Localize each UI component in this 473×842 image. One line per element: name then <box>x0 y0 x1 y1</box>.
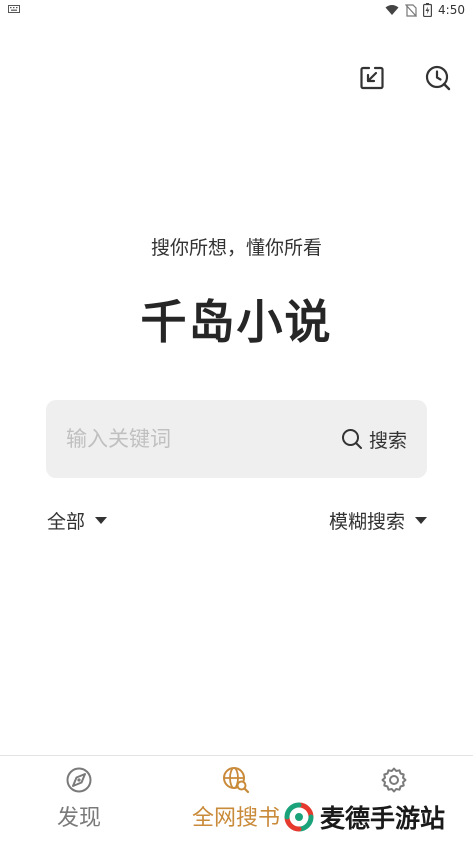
watermark-text: 麦德手游站 <box>320 804 446 833</box>
search-mode-label: 模糊搜索 <box>328 510 405 533</box>
caret-down-icon <box>95 516 108 524</box>
nav-item-discover[interactable]: 发现 <box>0 764 158 834</box>
app-title: 千岛小说 <box>140 295 333 349</box>
status-time: 4:50 <box>438 3 465 17</box>
watermark: 麦德手游站 <box>282 795 454 839</box>
no-sim-icon <box>405 3 417 17</box>
caret-down-icon <box>415 516 427 524</box>
nav-label-web-search: 全网搜书 <box>191 806 280 831</box>
search-button[interactable]: 搜索 <box>341 424 407 454</box>
search-mode-dropdown[interactable]: 模糊搜索 <box>329 506 427 534</box>
search-box: 搜索 <box>46 400 427 478</box>
search-button-label: 搜索 <box>368 429 407 452</box>
search-input[interactable] <box>66 419 316 459</box>
gear-icon <box>381 767 407 793</box>
status-bar: 4:50 <box>0 0 473 20</box>
nav-label-discover: 发现 <box>56 806 101 831</box>
battery-icon <box>423 3 433 17</box>
scope-dropdown-label: 全部 <box>47 510 86 533</box>
history-icon <box>425 65 451 91</box>
search-icon <box>341 429 362 449</box>
download-icon <box>360 66 384 90</box>
tagline: 搜你所想，懂你所看 <box>150 237 322 259</box>
globe-search-icon <box>223 767 250 794</box>
download-button[interactable] <box>356 62 388 94</box>
history-button[interactable] <box>422 62 454 94</box>
scope-dropdown[interactable]: 全部 <box>47 506 108 534</box>
keyboard-icon <box>8 5 20 13</box>
compass-icon <box>66 767 92 793</box>
watermark-logo-icon <box>284 802 314 832</box>
wifi-icon <box>385 5 399 15</box>
